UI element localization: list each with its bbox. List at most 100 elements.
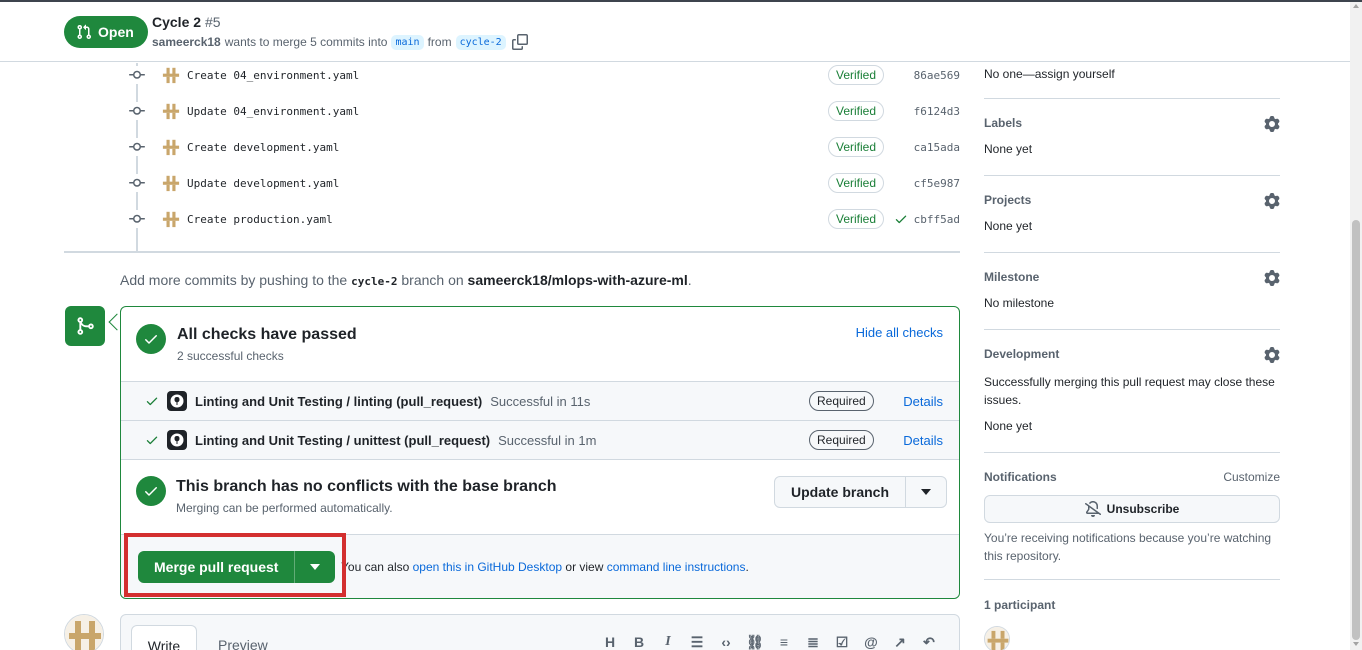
identicon-icon[interactable]	[162, 138, 180, 156]
sticky-header: Open Cycle 2 #5 sameerck18 wants to merg…	[0, 2, 1350, 62]
undo-icon[interactable]: ↶	[920, 633, 938, 650]
command-line-link[interactable]: command line instructions	[607, 560, 746, 574]
development-text: Successfully merging this pull request m…	[984, 375, 1275, 407]
sidebar-divider	[984, 329, 1280, 330]
check-row: Linting and Unit Testing / linting (pull…	[121, 381, 959, 420]
commit-sha[interactable]: 86ae569	[914, 69, 960, 82]
add-more-repo[interactable]: sameerck18/mlops-with-azure-ml	[468, 272, 688, 288]
scrollbar[interactable]	[1350, 2, 1362, 650]
sidebar-divider	[984, 175, 1280, 176]
assignees-value[interactable]: No one—assign yourself	[984, 67, 1280, 81]
bold-icon[interactable]: B	[630, 633, 648, 650]
identicon-icon[interactable]	[162, 102, 180, 120]
scroll-up-arrow-icon[interactable]	[1353, 4, 1359, 8]
check-icon	[145, 335, 157, 344]
add-more-commits-text: Add more commits by pushing to the cycle…	[120, 272, 692, 288]
task-list-icon[interactable]: ☑	[833, 633, 851, 650]
identicon-icon[interactable]	[162, 174, 180, 192]
heading-icon[interactable]: H	[601, 633, 619, 650]
milestone-heading[interactable]: Milestone	[984, 270, 1280, 284]
development-heading[interactable]: Development	[984, 347, 1280, 361]
commit-sha[interactable]: cf5e987	[914, 177, 960, 190]
labels-heading[interactable]: Labels	[984, 116, 1280, 130]
update-branch-dropdown[interactable]	[906, 477, 946, 507]
update-branch-button[interactable]: Update branch	[775, 477, 907, 507]
scroll-down-arrow-icon[interactable]	[1353, 642, 1359, 646]
details-link[interactable]: Details	[903, 394, 943, 409]
merge-hint-suffix: .	[745, 560, 749, 574]
head-branch[interactable]: cycle-2	[455, 34, 506, 50]
verified-badge[interactable]: Verified	[828, 65, 885, 85]
check-icon	[146, 436, 158, 445]
mention-icon[interactable]: @	[862, 633, 880, 650]
no-conflicts-icon	[136, 476, 166, 506]
code-icon[interactable]: ‹›	[717, 633, 735, 650]
notifications-text: You’re receiving notifications because y…	[984, 531, 1272, 563]
git-commit-icon	[128, 174, 146, 192]
conflict-title: This branch has no conflicts with the ba…	[176, 478, 557, 495]
sidebar-divider	[984, 98, 1280, 99]
user-avatar[interactable]	[64, 614, 104, 650]
check-icon[interactable]	[894, 212, 908, 226]
merge-hint: You can also open this in GitHub Desktop…	[341, 560, 749, 574]
italic-icon[interactable]: I	[659, 633, 677, 650]
commit-message[interactable]: Create production.yaml	[187, 213, 333, 226]
sidebar-divider	[984, 252, 1280, 253]
labels-value: None yet	[984, 142, 1033, 156]
check-name-text: Linting and Unit Testing / linting (pull…	[195, 393, 483, 409]
pr-author[interactable]: sameerck18	[152, 35, 221, 49]
hide-checks-link[interactable]: Hide all checks	[856, 325, 943, 340]
check-name: Linting and Unit Testing / unittest (pul…	[195, 433, 596, 448]
commit-row: Create production.yaml Verified cbff5ad	[128, 201, 968, 237]
gear-icon[interactable]	[1264, 270, 1280, 286]
verified-badge[interactable]: Verified	[828, 173, 885, 193]
gear-icon[interactable]	[1264, 193, 1280, 209]
commit-sha[interactable]: f6124d3	[914, 105, 960, 118]
caret-down-icon	[921, 489, 932, 495]
commit-message[interactable]: Update 04_environment.yaml	[187, 105, 359, 118]
scroll-thumb[interactable]	[1352, 220, 1360, 640]
conflict-section: This branch has no conflicts with the ba…	[121, 459, 959, 534]
details-link[interactable]: Details	[903, 433, 943, 448]
unsubscribe-label: Unsubscribe	[1106, 502, 1180, 516]
commit-sha[interactable]: cbff5ad	[914, 213, 960, 226]
merge-hint-middle: or view	[565, 560, 604, 574]
base-branch[interactable]: main	[391, 34, 424, 50]
sidebar-participants: 1 participant	[984, 598, 1280, 612]
commit-message[interactable]: Create development.yaml	[187, 141, 339, 154]
check-status: Successful in 1m	[498, 432, 597, 448]
participant-avatar[interactable]	[984, 626, 1010, 650]
notifications-explanation: You’re receiving notifications because y…	[984, 529, 1280, 565]
customize-link[interactable]: Customize	[1223, 470, 1280, 484]
unsubscribe-button[interactable]: Unsubscribe	[984, 495, 1280, 523]
ordered-list-icon[interactable]: ≣	[804, 633, 822, 650]
projects-value: None yet	[984, 219, 1033, 233]
verified-badge[interactable]: Verified	[828, 209, 885, 229]
link-icon[interactable]: ⛓	[746, 633, 764, 650]
gear-icon[interactable]	[1264, 347, 1280, 363]
gear-icon[interactable]	[1264, 116, 1280, 132]
identicon-icon[interactable]	[162, 210, 180, 228]
commit-sha[interactable]: ca15ada	[914, 141, 960, 154]
comment-composer: Write Preview H B I ☰ ‹› ⛓ ≡ ≣ ☑ @ ↗ ↶	[120, 614, 960, 650]
pr-title-text: Cycle 2	[152, 14, 202, 30]
sidebar-divider	[984, 579, 1280, 580]
copy-icon[interactable]	[511, 34, 528, 50]
sidebar-development: Development Successfully merging this pu…	[984, 347, 1280, 433]
update-branch-group: Update branch	[774, 476, 948, 508]
check-name-text: Linting and Unit Testing / unittest (pul…	[195, 432, 491, 448]
identicon-icon[interactable]	[162, 66, 180, 84]
unordered-list-icon[interactable]: ≡	[775, 633, 793, 650]
projects-heading[interactable]: Projects	[984, 193, 1280, 207]
verified-badge[interactable]: Verified	[828, 101, 885, 121]
github-desktop-link[interactable]: open this in GitHub Desktop	[413, 560, 562, 574]
commit-message[interactable]: Create 04_environment.yaml	[187, 69, 359, 82]
tab-preview[interactable]: Preview	[218, 637, 268, 650]
state-label: Open	[98, 24, 134, 40]
tab-write[interactable]: Write	[131, 625, 197, 650]
commit-message[interactable]: Update development.yaml	[187, 177, 339, 190]
quote-icon[interactable]: ☰	[688, 633, 706, 650]
sidebar-labels: Labels None yet	[984, 116, 1280, 156]
verified-badge[interactable]: Verified	[828, 137, 885, 157]
cross-reference-icon[interactable]: ↗	[891, 633, 909, 650]
